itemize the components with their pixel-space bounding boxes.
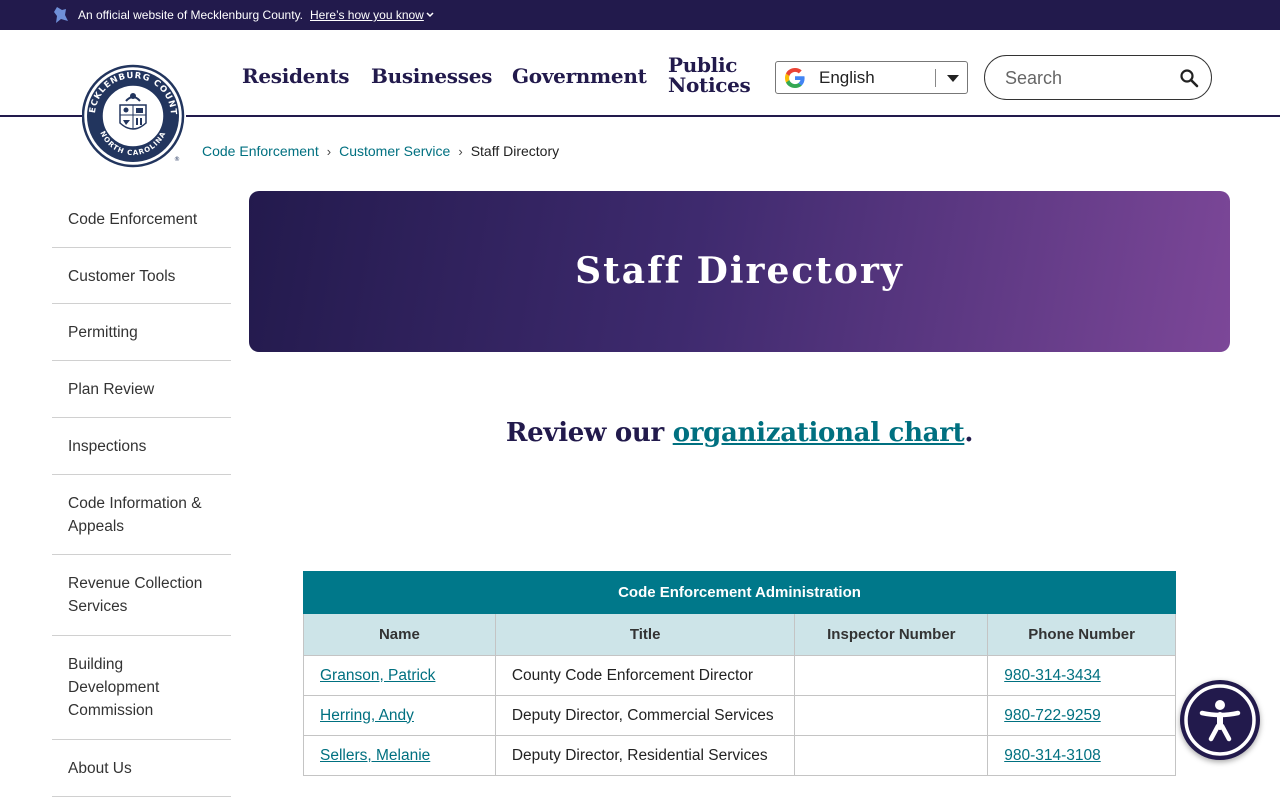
sidebar-item-code-enforcement[interactable]: Code Enforcement bbox=[52, 191, 231, 248]
breadcrumb-customer-service[interactable]: Customer Service bbox=[339, 143, 450, 159]
page-title: Staff Directory bbox=[575, 250, 904, 292]
nav-residents[interactable]: Residents bbox=[242, 64, 350, 88]
sidebar-item-customer-tools[interactable]: Customer Tools bbox=[52, 248, 231, 304]
sidebar-item-code-information-appeals[interactable]: Code Information & Appeals bbox=[52, 475, 231, 555]
breadcrumb-code-enforcement[interactable]: Code Enforcement bbox=[202, 143, 319, 159]
column-header-phone-number: Phone Number bbox=[987, 613, 1176, 656]
phone-cell: 980-314-3108 bbox=[987, 735, 1176, 776]
language-selected: English bbox=[819, 68, 875, 87]
inspector-number-cell bbox=[794, 695, 989, 736]
nav-public-notices-line2: Notices bbox=[668, 73, 751, 97]
review-suffix: . bbox=[964, 418, 974, 448]
title-cell: Deputy Director, Commercial Services bbox=[494, 695, 796, 736]
select-divider bbox=[935, 69, 936, 87]
google-g-icon bbox=[785, 68, 805, 88]
county-seal-logo[interactable]: MECKLENBURG COUNTY NORTH CAROLINA ® bbox=[77, 56, 186, 171]
org-chart-callout: Review our organizational chart. bbox=[249, 418, 1230, 448]
sidebar-item-permitting[interactable]: Permitting bbox=[52, 304, 231, 361]
language-select[interactable]: English bbox=[775, 61, 968, 94]
sidebar-nav: Code Enforcement Customer Tools Permitti… bbox=[52, 191, 231, 797]
name-cell: Granson, Patrick bbox=[303, 655, 496, 696]
accessibility-icon bbox=[1184, 684, 1256, 756]
column-header-title: Title bbox=[494, 613, 796, 656]
page-hero-banner: Staff Directory bbox=[249, 191, 1230, 352]
table-caption: Code Enforcement Administration bbox=[303, 571, 1176, 614]
sidebar-item-plan-review[interactable]: Plan Review bbox=[52, 361, 231, 418]
nav-public-notices[interactable]: Public Notices bbox=[668, 55, 758, 95]
sidebar-item-building-development-commission[interactable]: Building Development Commission bbox=[52, 636, 231, 740]
inspector-number-cell bbox=[794, 655, 989, 696]
phone-link[interactable]: 980-314-3434 bbox=[1004, 667, 1101, 684]
chevron-right-icon: › bbox=[458, 144, 463, 159]
organizational-chart-link[interactable]: organizational chart bbox=[673, 418, 965, 448]
chevron-right-icon: › bbox=[326, 144, 332, 159]
svg-text:®: ® bbox=[174, 156, 180, 163]
staff-directory-table: Code Enforcement Administration Name Tit… bbox=[303, 571, 1176, 776]
caret-down-icon[interactable] bbox=[947, 75, 959, 82]
title-cell: County Code Enforcement Director bbox=[494, 655, 796, 696]
breadcrumb-current: Staff Directory bbox=[470, 143, 560, 159]
heres-how-you-know-link[interactable]: Here’s how you know bbox=[310, 8, 424, 22]
staff-name-link[interactable]: Granson, Patrick bbox=[320, 667, 435, 684]
name-cell: Sellers, Melanie bbox=[303, 735, 496, 776]
flag-icon bbox=[54, 7, 68, 23]
phone-link[interactable]: 980-722-9259 bbox=[1004, 707, 1101, 724]
accessibility-widget-button[interactable] bbox=[1180, 680, 1260, 760]
review-prefix: Review our bbox=[505, 418, 673, 448]
sidebar-item-revenue-collection[interactable]: Revenue Collection Services bbox=[52, 555, 231, 636]
phone-link[interactable]: 980-314-3108 bbox=[1004, 747, 1101, 764]
phone-cell: 980-314-3434 bbox=[987, 655, 1176, 696]
staff-name-link[interactable]: Sellers, Melanie bbox=[320, 747, 430, 764]
table-row: Herring, Andy Deputy Director, Commercia… bbox=[303, 695, 1176, 736]
breadcrumb: Code Enforcement › Customer Service › Staff … bbox=[202, 143, 559, 159]
table-row: Granson, Patrick County Code Enforcement… bbox=[303, 655, 1176, 696]
nav-public-notices-line1: Public bbox=[668, 53, 738, 77]
inspector-number-cell bbox=[794, 735, 989, 776]
nav-government[interactable]: Government bbox=[512, 64, 647, 88]
title-cell: Deputy Director, Residential Services bbox=[494, 735, 796, 776]
column-header-inspector-number: Inspector Number bbox=[794, 613, 989, 656]
search-box bbox=[984, 55, 1212, 100]
table-row: Sellers, Melanie Deputy Director, Reside… bbox=[303, 735, 1176, 776]
search-input[interactable] bbox=[1005, 67, 1175, 89]
search-icon[interactable] bbox=[1179, 68, 1199, 88]
column-header-name: Name bbox=[303, 613, 496, 656]
nav-businesses[interactable]: Businesses bbox=[371, 64, 492, 88]
chevron-down-icon[interactable] bbox=[425, 10, 435, 20]
official-website-text: An official website of Mecklenburg Count… bbox=[78, 8, 304, 22]
name-cell: Herring, Andy bbox=[303, 695, 496, 736]
staff-name-link[interactable]: Herring, Andy bbox=[320, 707, 414, 724]
sidebar-item-inspections[interactable]: Inspections bbox=[52, 418, 231, 475]
header-divider bbox=[0, 115, 1280, 117]
phone-cell: 980-722-9259 bbox=[987, 695, 1176, 736]
official-website-banner: An official website of Mecklenburg Count… bbox=[0, 0, 1280, 30]
sidebar-item-about-us[interactable]: About Us bbox=[52, 740, 231, 797]
